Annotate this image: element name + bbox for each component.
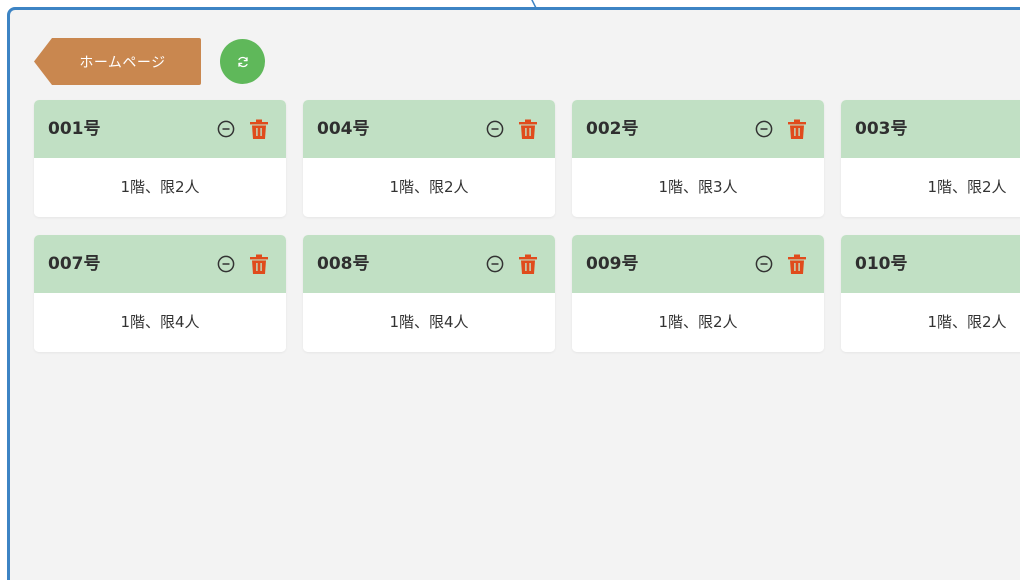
room-card-header: 004号 — [303, 100, 555, 158]
room-info: 1階、限3人 — [572, 158, 824, 217]
room-number: 003号 — [855, 119, 908, 139]
minus-circle-icon[interactable] — [486, 120, 504, 138]
room-card[interactable]: 001号 1階、限2人 — [34, 100, 286, 217]
minus-circle-icon[interactable] — [755, 120, 773, 138]
room-number: 010号 — [855, 254, 908, 274]
room-card[interactable]: 002号 1階、限3人 — [572, 100, 824, 217]
room-card-header: 002号 — [572, 100, 824, 158]
room-card[interactable]: 010号 1階、限2人 — [841, 235, 1020, 352]
room-number: 008号 — [317, 254, 370, 274]
room-number: 007号 — [48, 254, 101, 274]
room-card[interactable]: 007号 1階、限4人 — [34, 235, 286, 352]
room-info: 1階、限2人 — [34, 158, 286, 217]
room-card[interactable]: 004号 1階、限2人 — [303, 100, 555, 217]
room-info: 1階、限2人 — [841, 293, 1020, 352]
room-number: 001号 — [48, 119, 101, 139]
room-card-header: 010号 — [841, 235, 1020, 293]
room-card[interactable]: 008号 1階、限4人 — [303, 235, 555, 352]
refresh-button[interactable] — [220, 39, 265, 84]
room-info: 1階、限2人 — [841, 158, 1020, 217]
trash-icon[interactable] — [786, 253, 808, 275]
room-info: 1階、限2人 — [303, 158, 555, 217]
refresh-icon — [237, 56, 248, 67]
minus-circle-icon[interactable] — [755, 255, 773, 273]
trash-icon[interactable] — [517, 253, 539, 275]
room-card-header: 007号 — [34, 235, 286, 293]
app-frame: ホームページ 001号 1階、限2人 004号 1階、限2人 002号 1階、限… — [0, 0, 1020, 580]
room-card[interactable]: 009号 1階、限2人 — [572, 235, 824, 352]
room-card[interactable]: 003号 1階、限2人 — [841, 100, 1020, 217]
room-number: 002号 — [586, 119, 639, 139]
room-card-header: 008号 — [303, 235, 555, 293]
room-info: 1階、限2人 — [572, 293, 824, 352]
room-card-header: 009号 — [572, 235, 824, 293]
home-page-button[interactable]: ホームページ — [34, 38, 201, 85]
trash-icon[interactable] — [786, 118, 808, 140]
room-panel: ホームページ 001号 1階、限2人 004号 1階、限2人 002号 1階、限… — [7, 7, 1020, 580]
minus-circle-icon[interactable] — [486, 255, 504, 273]
minus-circle-icon[interactable] — [217, 255, 235, 273]
room-info: 1階、限4人 — [34, 293, 286, 352]
minus-circle-icon[interactable] — [217, 120, 235, 138]
room-info: 1階、限4人 — [303, 293, 555, 352]
room-number: 009号 — [586, 254, 639, 274]
room-number: 004号 — [317, 119, 370, 139]
home-page-label: ホームページ — [79, 54, 166, 71]
room-card-header: 003号 — [841, 100, 1020, 158]
trash-icon[interactable] — [248, 253, 270, 275]
trash-icon[interactable] — [517, 118, 539, 140]
trash-icon[interactable] — [248, 118, 270, 140]
room-card-header: 001号 — [34, 100, 286, 158]
